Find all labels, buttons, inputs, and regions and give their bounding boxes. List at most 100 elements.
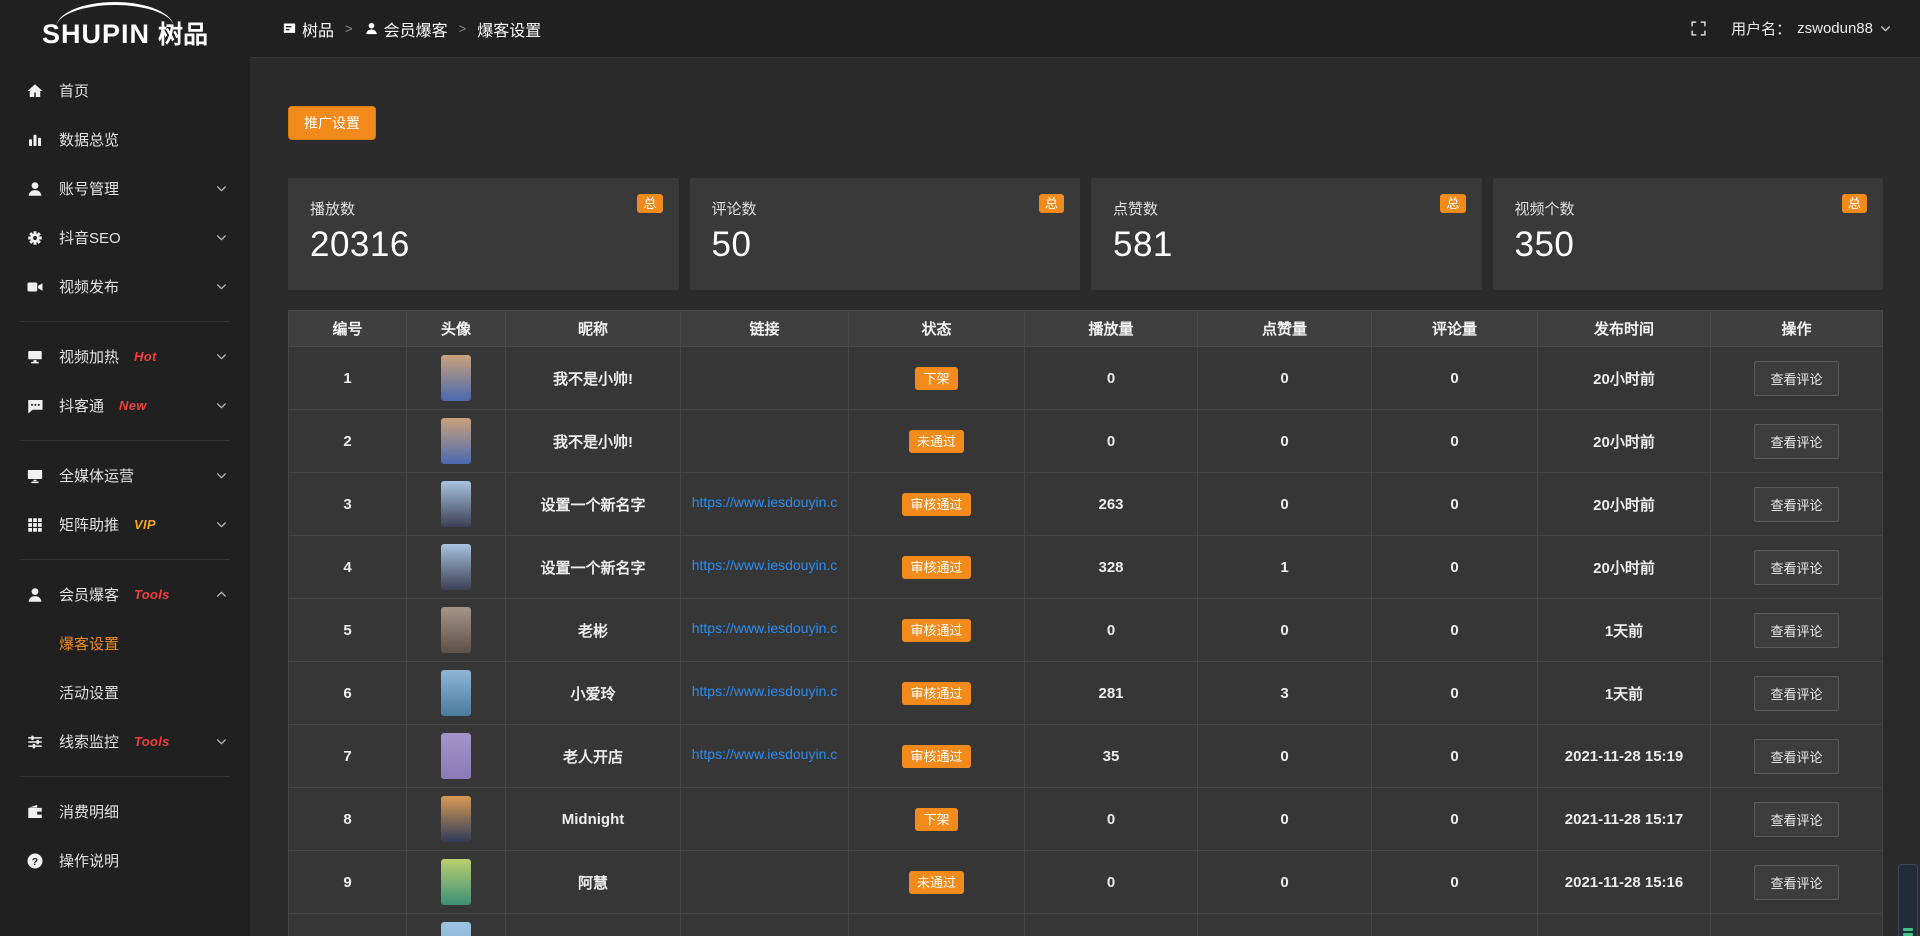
sidebar-item-clue-monitor[interactable]: 线索监控 Tools xyxy=(0,717,250,766)
view-comments-button[interactable]: 查看评论 xyxy=(1754,361,1838,396)
row-time: 2021-11-28 15:17 xyxy=(1565,811,1683,828)
sidebar-item-data-overview[interactable]: 数据总览 xyxy=(0,115,250,164)
column-header: 链接 xyxy=(681,311,849,347)
user-menu[interactable]: 用户名：zswodun88 xyxy=(1731,18,1892,39)
sidebar-divider xyxy=(20,321,230,322)
view-comments-button[interactable]: 查看评论 xyxy=(1754,613,1838,648)
sidebar-item-label: 账号管理 xyxy=(59,178,119,199)
column-header: 播放量 xyxy=(1025,311,1198,347)
video-link[interactable]: https://www.iesdouyin.c xyxy=(692,683,838,699)
view-comments-button[interactable]: 查看评论 xyxy=(1754,739,1838,774)
table-row: 6 小爱玲 https://www.iesdouyin.c 审核通过 281 3… xyxy=(289,662,1883,725)
view-comments-button[interactable]: 查看评论 xyxy=(1754,424,1838,459)
breadcrumb: 树品 > 会员爆客 > 爆客设置 xyxy=(282,17,541,41)
video-link[interactable]: https://www.iesdouyin.c xyxy=(692,620,838,636)
avatar xyxy=(441,733,471,779)
row-nickname: 老人开店 xyxy=(563,749,623,766)
sidebar-item-doukatong[interactable]: 抖客通 New xyxy=(0,381,250,430)
row-id: 5 xyxy=(343,622,351,639)
sidebar-subitem-baoke-settings[interactable]: 爆客设置 xyxy=(0,619,250,668)
stat-label: 播放数 xyxy=(310,198,657,219)
breadcrumb-item-home[interactable]: 树品 xyxy=(282,17,334,41)
sidebar-item-account-management[interactable]: 账号管理 xyxy=(0,164,250,213)
row-time: 20小时前 xyxy=(1593,560,1655,577)
sidebar-item-label: 线索监控 xyxy=(59,731,119,752)
row-likes: 1 xyxy=(1280,559,1288,576)
chevron-down-icon xyxy=(215,231,228,244)
sidebar-item-media-operation[interactable]: 全媒体运营 xyxy=(0,451,250,500)
status-badge: 审核通过 xyxy=(902,556,970,579)
sidebar-item-douyin-seo[interactable]: 抖音SEO xyxy=(0,213,250,262)
sidebar-item-operation-guide[interactable]: ? 操作说明 xyxy=(0,836,250,885)
row-comments: 0 xyxy=(1450,874,1458,891)
row-time: 2021-11-28 15:19 xyxy=(1565,748,1683,765)
user-icon xyxy=(26,180,44,198)
row-id: 7 xyxy=(343,748,351,765)
row-likes: 0 xyxy=(1280,433,1288,450)
view-comments-button[interactable]: 查看评论 xyxy=(1754,676,1838,711)
header-right: 用户名：zswodun88 xyxy=(1690,18,1892,39)
row-likes: 0 xyxy=(1280,370,1288,387)
sidebar-subitem-activity-settings[interactable]: 活动设置 xyxy=(0,668,250,717)
row-comments: 0 xyxy=(1450,559,1458,576)
breadcrumb-item-member[interactable]: 会员爆客 xyxy=(364,17,448,41)
svg-text:?: ? xyxy=(32,855,38,867)
breadcrumb-label: 树品 xyxy=(302,17,334,41)
sidebar-item-label: 会员爆客 xyxy=(59,584,119,605)
row-id: 8 xyxy=(343,811,351,828)
sidebar-item-home[interactable]: 首页 xyxy=(0,66,250,115)
sidebar-subitem-label: 活动设置 xyxy=(59,682,119,703)
view-comments-button[interactable]: 查看评论 xyxy=(1754,865,1838,900)
view-comments-button[interactable]: 查看评论 xyxy=(1754,802,1838,837)
row-comments: 0 xyxy=(1450,811,1458,828)
status-badge: 审核通过 xyxy=(902,619,970,642)
breadcrumb-item-current: 爆客设置 xyxy=(477,17,541,41)
stat-value: 50 xyxy=(712,225,1059,265)
avatar xyxy=(441,607,471,653)
row-plays: 328 xyxy=(1098,559,1123,576)
sidebar-item-label: 视频加热 xyxy=(59,346,119,367)
sliders-icon xyxy=(26,733,44,751)
table-row: 1 我不是小帅! 下架 0 0 0 20小时前 查看评论 xyxy=(289,347,1883,410)
avatar xyxy=(441,544,471,590)
sidebar-subitem-label: 爆客设置 xyxy=(59,633,119,654)
table-row: 7 老人开店 https://www.iesdouyin.c 审核通过 35 0… xyxy=(289,725,1883,788)
row-likes: 0 xyxy=(1280,811,1288,828)
row-plays: 0 xyxy=(1107,433,1115,450)
stat-label: 视频个数 xyxy=(1515,198,1862,219)
breadcrumb-label: 爆客设置 xyxy=(477,17,541,41)
sidebar-item-consumption-detail[interactable]: 消费明细 xyxy=(0,787,250,836)
column-header: 头像 xyxy=(407,311,506,347)
video-link[interactable]: https://www.iesdouyin.c xyxy=(692,746,838,762)
sidebar-item-video-publish[interactable]: 视频发布 xyxy=(0,262,250,311)
row-plays: 281 xyxy=(1098,685,1123,702)
sidebar-item-matrix-boost[interactable]: 矩阵助推 VIP xyxy=(0,500,250,549)
row-nickname: 小爱玲 xyxy=(570,686,615,703)
sidebar-item-video-heating[interactable]: 视频加热 Hot xyxy=(0,332,250,381)
sidebar-item-badge: Hot xyxy=(134,349,157,364)
sidebar-item-member-baoke[interactable]: 会员爆客 Tools xyxy=(0,570,250,619)
row-time: 20小时前 xyxy=(1593,371,1655,388)
row-likes: 0 xyxy=(1280,748,1288,765)
table-row: 3 设置一个新名字 https://www.iesdouyin.c 审核通过 2… xyxy=(289,473,1883,536)
view-comments-button[interactable]: 查看评论 xyxy=(1754,550,1838,585)
video-link[interactable]: https://www.iesdouyin.c xyxy=(692,557,838,573)
row-id: 2 xyxy=(343,433,351,450)
view-comments-button[interactable]: 查看评论 xyxy=(1754,487,1838,522)
table-row: 4 设置一个新名字 https://www.iesdouyin.c 审核通过 3… xyxy=(289,536,1883,599)
row-likes: 3 xyxy=(1280,685,1288,702)
fullscreen-icon[interactable] xyxy=(1690,20,1707,37)
total-badge: 总 xyxy=(1039,194,1064,213)
gear-icon xyxy=(26,229,44,247)
bar-chart-icon xyxy=(26,131,44,149)
wallet-icon xyxy=(26,803,44,821)
promo-settings-button[interactable]: 推广设置 xyxy=(288,106,376,140)
chevron-down-icon xyxy=(215,350,228,363)
chevron-down-icon xyxy=(215,518,228,531)
videos-table: 编号头像昵称链接状态播放量点赞量评论量发布时间操作 1 我不是小帅! 下架 0 … xyxy=(288,310,1883,936)
chevron-down-icon xyxy=(215,469,228,482)
avatar xyxy=(441,355,471,401)
floating-widget[interactable] xyxy=(1898,864,1918,936)
help-icon: ? xyxy=(26,852,44,870)
video-link[interactable]: https://www.iesdouyin.c xyxy=(692,494,838,510)
